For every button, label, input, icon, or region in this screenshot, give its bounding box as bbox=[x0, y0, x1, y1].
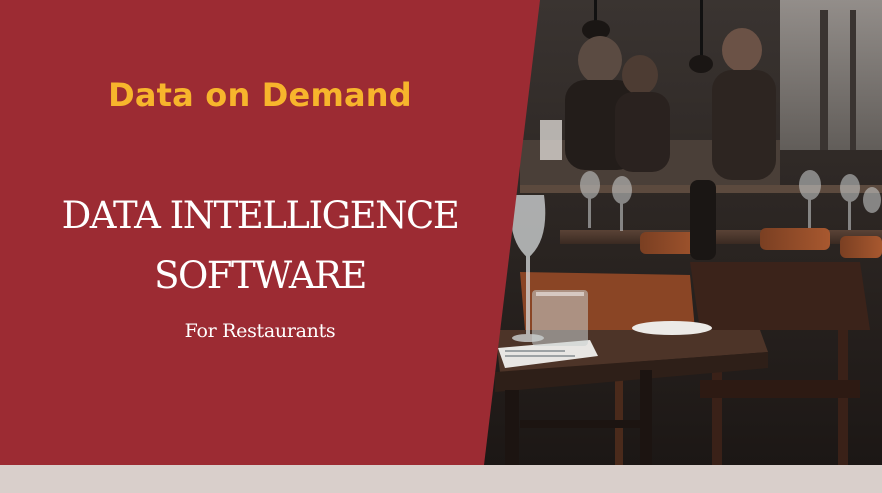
hero-banner: Data on Demand DATA INTELLIGENCE SOFTWAR… bbox=[0, 0, 882, 465]
tagline: Data on Demand bbox=[108, 76, 412, 114]
headline-line-2: SOFTWARE bbox=[154, 254, 367, 297]
bottom-strip bbox=[0, 465, 882, 493]
banner-text-block: Data on Demand DATA INTELLIGENCE SOFTWAR… bbox=[0, 0, 520, 465]
headline-line-1: DATA INTELLIGENCE bbox=[61, 194, 460, 237]
headline: DATA INTELLIGENCE SOFTWARE bbox=[10, 186, 510, 306]
subline: For Restaurants bbox=[184, 320, 336, 342]
